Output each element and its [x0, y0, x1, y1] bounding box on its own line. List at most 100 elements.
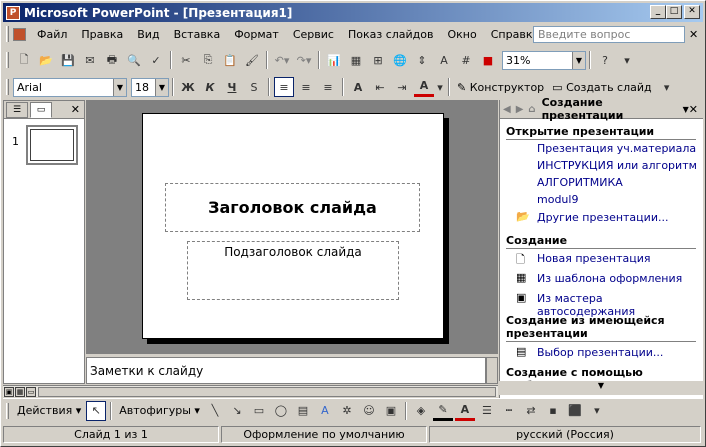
recent-file-link[interactable]: Презентация уч.материала: [537, 142, 696, 155]
fill-color-icon[interactable]: ◈: [411, 401, 431, 421]
preview-icon[interactable]: 🔍: [124, 50, 144, 70]
menu-window[interactable]: Окно: [441, 28, 484, 41]
wordart-icon[interactable]: A: [315, 401, 335, 421]
task-pane-scroll-down[interactable]: ▼: [499, 381, 703, 395]
menu-file[interactable]: Файл: [30, 28, 74, 41]
print-icon[interactable]: 🖶: [102, 50, 122, 70]
align-left-icon[interactable]: ≡: [274, 77, 294, 97]
close-button[interactable]: ✕: [684, 5, 700, 19]
chevron-down-icon[interactable]: ▼: [155, 78, 168, 96]
powerpoint-app-icon[interactable]: P: [6, 5, 20, 20]
bold-button[interactable]: Ж: [178, 77, 198, 97]
line-style-icon[interactable]: ☰: [477, 401, 497, 421]
redo-icon[interactable]: ↷▾: [294, 50, 314, 70]
underline-button[interactable]: Ч: [222, 77, 242, 97]
cut-icon[interactable]: ✂: [176, 50, 196, 70]
clipart-icon[interactable]: ☺: [359, 401, 379, 421]
font-size-combo[interactable]: 18 ▼: [131, 77, 169, 97]
slide-thumbnail[interactable]: [25, 124, 79, 166]
menu-view[interactable]: Вид: [130, 28, 166, 41]
spelling-icon[interactable]: ✓: [146, 50, 166, 70]
align-right-icon[interactable]: ≡: [318, 77, 338, 97]
subtitle-placeholder[interactable]: Подзаголовок слайда: [187, 241, 399, 300]
other-presentations-link[interactable]: Другие презентации...: [537, 211, 668, 224]
outline-tab[interactable]: ☰: [6, 101, 28, 118]
help-icon[interactable]: ?: [595, 50, 615, 70]
italic-button[interactable]: К: [200, 77, 220, 97]
forward-icon[interactable]: ▶: [516, 104, 524, 115]
menu-slideshow[interactable]: Показ слайдов: [341, 28, 441, 41]
back-icon[interactable]: ◀: [503, 104, 511, 115]
slide-canvas[interactable]: Заголовок слайда Подзаголовок слайда: [142, 113, 444, 339]
menu-tools[interactable]: Сервис: [286, 28, 341, 41]
dash-style-icon[interactable]: ┅: [499, 401, 519, 421]
choose-presentation-link[interactable]: Выбор презентации...: [537, 346, 663, 359]
arrow-icon[interactable]: ↘: [227, 401, 247, 421]
font-size-grow-icon[interactable]: A: [348, 77, 368, 97]
3d-style-icon[interactable]: ⬛: [565, 401, 585, 421]
maximize-button[interactable]: □: [666, 5, 682, 19]
picture-icon[interactable]: ▣: [381, 401, 401, 421]
shadow-icon[interactable]: S: [244, 77, 264, 97]
new-presentation-link[interactable]: Новая презентация: [537, 252, 651, 265]
font-name-combo[interactable]: Arial ▼: [13, 77, 127, 97]
permission-icon[interactable]: ✉: [80, 50, 100, 70]
outdent-icon[interactable]: ⇥: [392, 77, 412, 97]
grid-icon[interactable]: #: [456, 50, 476, 70]
notes-scrollbar[interactable]: [486, 357, 498, 384]
toolbar-options-icon[interactable]: ▾: [587, 401, 607, 421]
show-formatting-icon[interactable]: A: [434, 50, 454, 70]
help-search-input[interactable]: Введите вопрос: [533, 26, 685, 43]
title-placeholder[interactable]: Заголовок слайда: [165, 183, 420, 232]
horizontal-scrollbar[interactable]: [38, 386, 496, 397]
font-color-icon[interactable]: A: [454, 401, 475, 421]
indent-icon[interactable]: ⇤: [370, 77, 390, 97]
line-color-icon[interactable]: ✎: [432, 401, 453, 421]
document-icon[interactable]: [13, 27, 26, 41]
undo-icon[interactable]: ↶▾: [272, 50, 292, 70]
new-slide-button[interactable]: ▭ Создать слайд: [548, 81, 655, 94]
menu-edit[interactable]: Правка: [74, 28, 130, 41]
color-grayscale-icon[interactable]: ■: [478, 50, 498, 70]
autoshapes-menu[interactable]: Автофигуры ▾: [115, 404, 204, 417]
toolbar-options-icon[interactable]: ▾: [617, 50, 637, 70]
diagram-icon[interactable]: ✲: [337, 401, 357, 421]
select-arrow-icon[interactable]: ↖: [86, 400, 107, 421]
hyperlink-icon[interactable]: 🌐: [390, 50, 410, 70]
copy-icon[interactable]: ⎘: [198, 50, 218, 70]
notes-pane[interactable]: Заметки к слайду: [86, 357, 486, 384]
font-color-icon[interactable]: A: [414, 77, 434, 97]
align-center-icon[interactable]: ≡: [296, 77, 316, 97]
open-icon[interactable]: 📂: [36, 50, 56, 70]
textbox-icon[interactable]: ▤: [293, 401, 313, 421]
recent-file-link[interactable]: modul9: [537, 193, 578, 206]
slides-tab[interactable]: ▭: [30, 101, 52, 118]
chevron-down-icon[interactable]: ▼: [113, 78, 126, 96]
new-icon[interactable]: 🗋: [14, 50, 34, 70]
oval-icon[interactable]: ◯: [271, 401, 291, 421]
line-icon[interactable]: ╲: [205, 401, 225, 421]
toolbar-options-icon[interactable]: ▾: [657, 77, 677, 97]
close-icon[interactable]: ✕: [689, 103, 698, 116]
minimize-button[interactable]: _: [650, 5, 666, 19]
zoom-combo[interactable]: 31% ▼: [502, 50, 586, 70]
tables-borders-icon[interactable]: ⊞: [368, 50, 388, 70]
task-pane-title[interactable]: Создание презентации: [542, 96, 681, 122]
actions-menu[interactable]: Действия ▾: [13, 404, 85, 417]
chevron-down-icon[interactable]: ▾: [436, 77, 444, 97]
expand-icon[interactable]: ⇕: [412, 50, 432, 70]
rectangle-icon[interactable]: ▭: [249, 401, 269, 421]
normal-view-icon[interactable]: ▣: [4, 386, 14, 397]
arrow-style-icon[interactable]: ⇄: [521, 401, 541, 421]
shadow-style-icon[interactable]: ▪: [543, 401, 563, 421]
format-painter-icon[interactable]: 🖌: [242, 50, 262, 70]
save-icon[interactable]: 💾: [58, 50, 78, 70]
chevron-down-icon[interactable]: ▼: [572, 51, 585, 69]
table-icon[interactable]: ▦: [346, 50, 366, 70]
slideshow-view-icon[interactable]: ▭: [26, 386, 36, 397]
paste-icon[interactable]: 📋: [220, 50, 240, 70]
menu-insert[interactable]: Вставка: [167, 28, 228, 41]
from-template-link[interactable]: Из шаблона оформления: [537, 272, 682, 285]
chart-icon[interactable]: 📊: [324, 50, 344, 70]
close-icon[interactable]: ✕: [71, 103, 80, 116]
